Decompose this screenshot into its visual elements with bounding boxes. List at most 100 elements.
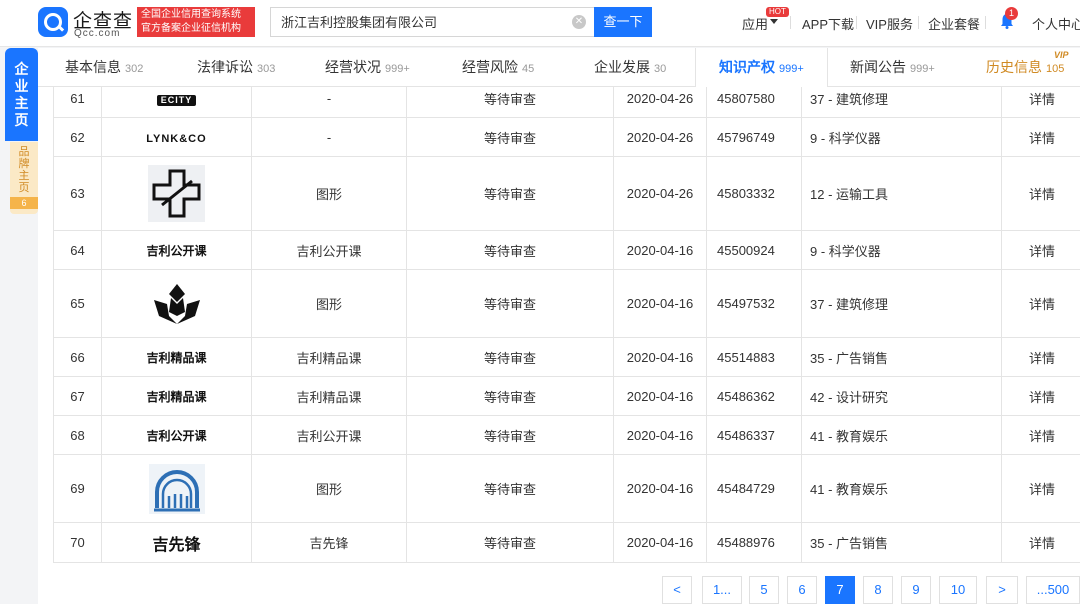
detail-link[interactable]: 详情 [1001, 269, 1080, 338]
tab-intellectual-property[interactable]: 知识产权 999+ [719, 48, 804, 86]
next-page-button[interactable]: > [986, 576, 1018, 604]
trademark-status: 等待审查 [406, 522, 614, 563]
table-row: 70 吉先锋 吉先锋 等待审查 2020-04-16 45488976 35 -… [53, 522, 1080, 563]
tab-history[interactable]: 历史信息 105 [986, 48, 1064, 86]
last-page-button[interactable]: ...500 [1026, 576, 1080, 604]
table-row: 67 吉利精品课 吉利精品课 等待审查 2020-04-16 45486362 … [53, 376, 1080, 416]
page-button[interactable]: 8 [863, 576, 893, 604]
trademark-status: 等待审查 [406, 230, 614, 270]
side-tab-brand-home[interactable]: 品 牌 主 页 6 [10, 142, 38, 214]
chevron-down-icon[interactable] [770, 19, 778, 24]
slogan-line-1: 全国企业信用查询系统 [141, 9, 241, 20]
side-tab-char: 主 [14, 95, 29, 111]
trademark-name: 吉先锋 [251, 522, 407, 563]
trademark-status: 等待审查 [406, 415, 614, 455]
lynk-co-logo: LYNK&CO [146, 132, 207, 145]
hot-badge: HOT [766, 7, 789, 17]
page-button[interactable]: 5 [749, 576, 779, 604]
row-number: 70 [53, 522, 102, 563]
cross-graphic-icon [148, 165, 205, 222]
tab-operations[interactable]: 经营状况 999+ [325, 48, 410, 86]
apply-date: 2020-04-26 [613, 117, 707, 157]
nav-apps[interactable]: 应用 [742, 14, 768, 33]
trademark-class: 42 - 设计研究 [801, 376, 1002, 416]
registration-number: 45500924 [706, 230, 802, 270]
trademark-logo: 吉利精品课 [101, 376, 252, 416]
tab-legal[interactable]: 法律诉讼 303 [197, 48, 275, 86]
tab-count: 999+ [779, 63, 804, 75]
brand-count-badge: 6 [10, 197, 38, 209]
tab-label: 新闻公告 [850, 59, 906, 75]
registration-number: 45803332 [706, 156, 802, 231]
tab-news[interactable]: 新闻公告 999+ [850, 48, 935, 86]
slogan-line-2: 官方备案企业征信机构 [141, 23, 241, 34]
side-tab-char: 业 [14, 78, 29, 94]
apply-date: 2020-04-16 [613, 337, 707, 377]
detail-link[interactable]: 详情 [1001, 117, 1080, 157]
site-logo[interactable]: 企查查 Qcc.com [38, 6, 134, 39]
tab-development[interactable]: 企业发展 30 [594, 48, 666, 86]
current-page-button[interactable]: 7 [825, 576, 855, 604]
page-button[interactable]: 9 [901, 576, 931, 604]
registration-number: 45514883 [706, 337, 802, 377]
trademark-class: 9 - 科学仪器 [801, 117, 1002, 157]
side-tab-char: 主 [18, 170, 30, 182]
nav-divider [856, 16, 857, 29]
tab-count: 302 [125, 63, 144, 75]
trademark-status: 等待审查 [406, 117, 614, 157]
tab-label: 经营状况 [325, 59, 381, 75]
search-input[interactable] [281, 14, 561, 29]
clear-icon[interactable]: ✕ [572, 15, 586, 29]
registration-number: 45497532 [706, 269, 802, 338]
tab-count: 999+ [910, 63, 935, 75]
apply-date: 2020-04-16 [613, 522, 707, 563]
apply-date: 2020-04-16 [613, 269, 707, 338]
first-page-button[interactable]: 1... [702, 576, 742, 604]
detail-link[interactable]: 详情 [1001, 454, 1080, 523]
side-tab-company-home[interactable]: 企 业 主 页 [5, 48, 38, 141]
side-tab-char: 牌 [18, 158, 30, 170]
nav-enterprise[interactable]: 企业套餐 [928, 14, 980, 33]
top-header: 企查查 Qcc.com 全国企业信用查询系统 官方备案企业征信机构 ✕ 查一下 … [0, 0, 1080, 47]
detail-link[interactable]: 详情 [1001, 522, 1080, 563]
tab-basic-info[interactable]: 基本信息 302 [65, 48, 143, 86]
detail-link[interactable]: 详情 [1001, 415, 1080, 455]
trademark-logo: LYNK&CO [101, 117, 252, 157]
row-number: 65 [53, 269, 102, 338]
detail-link[interactable]: 详情 [1001, 156, 1080, 231]
trademark-name: - [251, 117, 407, 157]
tab-risk[interactable]: 经营风险 45 [462, 48, 534, 86]
page-button[interactable]: 6 [787, 576, 817, 604]
nav-divider [918, 16, 919, 29]
nav-app-download[interactable]: APP下载 [802, 14, 854, 33]
nav-divider [985, 16, 986, 29]
table-row: 69 图形 等待审查 2020-04-16 45484729 41 - 教育娱乐… [53, 454, 1080, 523]
tab-label: 知识产权 [719, 59, 775, 75]
trademark-logo: 吉先锋 [101, 522, 252, 563]
logo-text: 吉先锋 [152, 536, 201, 554]
detail-link[interactable]: 详情 [1001, 337, 1080, 377]
detail-link[interactable]: 详情 [1001, 230, 1080, 270]
trademark-class: 12 - 运输工具 [801, 156, 1002, 231]
nav-vip[interactable]: VIP服务 [866, 14, 913, 33]
row-number: 63 [53, 156, 102, 231]
trademark-status: 等待审查 [406, 269, 614, 338]
logo-text: 吉利公开课 [146, 243, 207, 258]
side-tab-char: 页 [18, 182, 30, 194]
logo-text: 吉利精品课 [146, 389, 207, 404]
nav-personal[interactable]: 个人中心 [1032, 14, 1080, 33]
page-button[interactable]: 10 [939, 576, 977, 604]
prev-page-button[interactable]: < [662, 576, 692, 604]
trademark-status: 等待审查 [406, 337, 614, 377]
trademark-logo: 吉利精品课 [101, 337, 252, 377]
trademark-status: 等待审查 [406, 376, 614, 416]
detail-link[interactable]: 详情 [1001, 376, 1080, 416]
registration-number: 45488976 [706, 522, 802, 563]
search-button[interactable]: 查一下 [594, 7, 652, 37]
table-row: 66 吉利精品课 吉利精品课 等待审查 2020-04-16 45514883 … [53, 337, 1080, 377]
logo-domain: Qcc.com [74, 28, 121, 39]
registration-number: 45486337 [706, 415, 802, 455]
trademark-status: 等待审查 [406, 454, 614, 523]
row-number: 62 [53, 117, 102, 157]
nav-divider [790, 16, 791, 29]
